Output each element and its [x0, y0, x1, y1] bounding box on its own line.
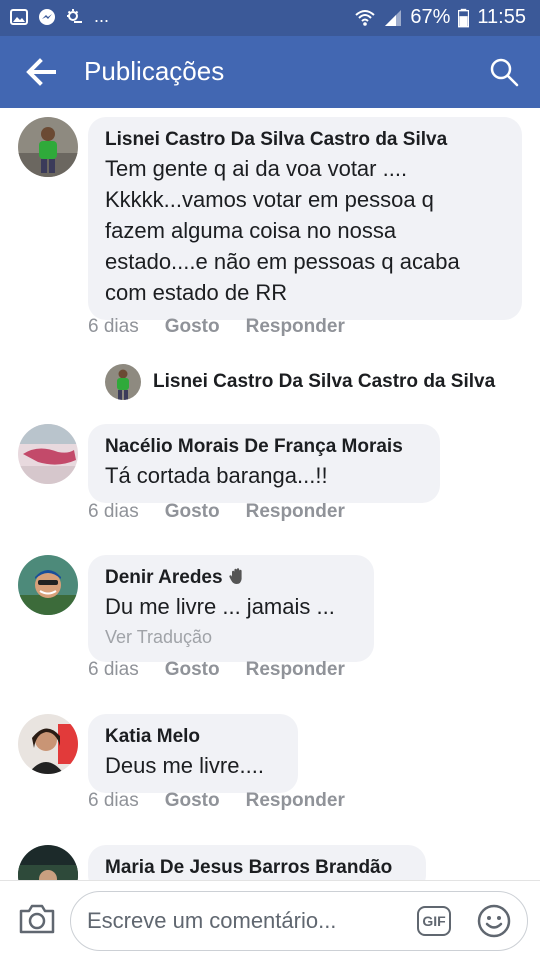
commenter-name[interactable]: Katia Melo: [105, 724, 281, 750]
reply-button[interactable]: Responder: [246, 501, 345, 523]
reply-button[interactable]: Responder: [246, 790, 345, 812]
battery-percent: 67%: [410, 6, 451, 28]
comment-bubble: Denir Aredes Du me livre ... jamais ... …: [88, 555, 374, 662]
commenter-name[interactable]: Denir Aredes: [105, 567, 223, 588]
commenter-name[interactable]: Maria De Jesus Barros Brandão: [105, 855, 409, 880]
battery-icon: [458, 8, 470, 27]
comment-text: Tá cortada baranga...!!: [105, 463, 328, 488]
messenger-icon: [39, 8, 55, 25]
wifi-icon: [355, 9, 376, 26]
comment-time: 6 dias: [88, 501, 139, 522]
avatar[interactable]: [18, 117, 78, 177]
gallery-icon: [10, 8, 28, 25]
reply-button[interactable]: Responder: [246, 659, 345, 681]
weather-icon: [67, 8, 82, 23]
commenter-name[interactable]: Nacélio Morais De França Morais: [105, 434, 423, 460]
see-translation-link[interactable]: Ver Tradução: [105, 624, 357, 650]
comment-time: 6 dias: [88, 790, 139, 811]
comment-text: Tem gente q ai da voa votar .... Kkkkk..…: [105, 156, 460, 305]
comment-actions: 6 dias Gosto Responder: [88, 501, 345, 523]
comment-text: Deus me livre....: [105, 753, 264, 778]
like-button[interactable]: Gosto: [165, 501, 220, 523]
comment-bubble: Katia Melo Deus me livre....: [88, 714, 298, 793]
camera-icon[interactable]: [18, 901, 56, 937]
commenter-name[interactable]: Lisnei Castro Da Silva Castro da Silva: [105, 127, 505, 153]
more-notifications: ...: [94, 6, 110, 26]
search-icon[interactable]: [488, 56, 520, 88]
signal-icon: [385, 9, 402, 26]
comment-bubble: Maria De Jesus Barros Brandão: [88, 845, 426, 880]
like-button[interactable]: Gosto: [165, 790, 220, 812]
comment-actions: 6 dias Gosto Responder: [88, 316, 345, 338]
back-arrow-icon[interactable]: [24, 56, 58, 88]
reply-button[interactable]: Responder: [246, 316, 345, 338]
commenter-row: Denir Aredes: [105, 565, 357, 591]
emoji-icon[interactable]: [477, 904, 511, 938]
comment-composer: Escreve um comentário... GIF: [0, 880, 540, 961]
comment-text: Du me livre ... jamais ...: [105, 594, 335, 619]
comment-input-placeholder: Escreve um comentário...: [87, 908, 337, 933]
like-button[interactable]: Gosto: [165, 659, 220, 681]
waving-hand-icon: [229, 568, 242, 584]
gif-button[interactable]: GIF: [417, 906, 451, 936]
comment-bubble: Lisnei Castro Da Silva Castro da Silva T…: [88, 117, 522, 320]
avatar[interactable]: [18, 845, 78, 880]
reply-author-name: Lisnei Castro Da Silva Castro da Silva: [153, 371, 496, 392]
comment-time: 6 dias: [88, 316, 139, 337]
comment-actions: 6 dias Gosto Responder: [88, 790, 345, 812]
clock: 11:55: [477, 6, 526, 28]
app-bar: Publicações: [0, 36, 540, 108]
reply-preview[interactable]: Lisnei Castro Da Silva Castro da Silva: [105, 364, 495, 400]
comment-input[interactable]: Escreve um comentário... GIF: [70, 891, 528, 951]
comment-list: Lisnei Castro Da Silva Castro da Silva T…: [0, 108, 540, 880]
like-button[interactable]: Gosto: [165, 316, 220, 338]
reply-avatar: [105, 364, 141, 400]
avatar[interactable]: [18, 714, 78, 774]
comment-time: 6 dias: [88, 659, 139, 680]
page-title: Publicações: [84, 56, 225, 86]
comment-bubble: Nacélio Morais De França Morais Tá corta…: [88, 424, 440, 503]
avatar[interactable]: [18, 424, 78, 484]
status-bar: ... 67% 11:55: [0, 0, 540, 36]
avatar[interactable]: [18, 555, 78, 615]
comment-actions: 6 dias Gosto Responder: [88, 659, 345, 681]
